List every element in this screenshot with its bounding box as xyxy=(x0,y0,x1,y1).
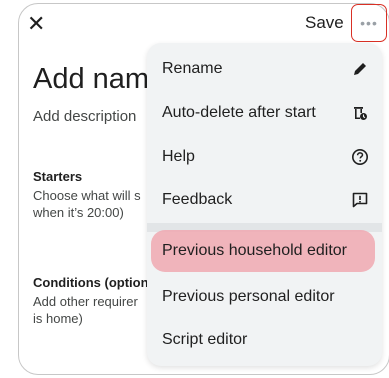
menu-item-script-editor[interactable]: Script editor xyxy=(147,320,382,360)
conditions-body-line1: Add other requirer xyxy=(33,294,138,309)
menu-item-label: Script editor xyxy=(162,331,248,348)
conditions-body-line2: is home) xyxy=(33,311,83,326)
auto-delete-icon xyxy=(350,103,370,123)
more-options-button[interactable]: ••• xyxy=(351,4,387,42)
conditions-heading: Conditions (option xyxy=(33,275,149,290)
pencil-icon xyxy=(350,59,370,79)
automation-name-field[interactable]: Add name xyxy=(33,62,165,96)
menu-item-previous-household-editor[interactable]: Previous household editor xyxy=(147,231,382,271)
menu-item-label: Feedback xyxy=(162,191,233,208)
save-button[interactable]: Save xyxy=(305,12,344,34)
help-circle-icon xyxy=(350,147,370,167)
menu-item-label: Previous household editor xyxy=(162,242,348,259)
menu-item-label: Previous personal editor xyxy=(162,288,335,305)
menu-item-rename[interactable]: Rename xyxy=(147,49,382,89)
menu-item-feedback[interactable]: Feedback xyxy=(147,180,382,220)
menu-item-previous-personal-editor[interactable]: Previous personal editor xyxy=(147,277,382,317)
starters-body-line2: when it’s 20:00) xyxy=(33,205,124,220)
menu-item-label: Rename xyxy=(162,60,223,77)
starters-heading: Starters xyxy=(33,169,83,184)
menu-item-label: Help xyxy=(162,148,195,165)
close-icon[interactable]: ✕ xyxy=(27,12,49,36)
menu-item-help[interactable]: Help xyxy=(147,137,382,177)
overflow-menu: Rename Auto-delete after start Help Feed… xyxy=(147,43,382,366)
automation-description-field[interactable]: Add description xyxy=(33,108,136,126)
starters-body-line1: Choose what will s xyxy=(33,188,141,203)
automation-editor-screen: ✕ Save ••• Add name Add description Star… xyxy=(0,0,389,378)
menu-item-auto-delete[interactable]: Auto-delete after start xyxy=(147,93,382,133)
menu-item-label: Auto-delete after start xyxy=(162,104,316,121)
more-horizontal-icon: ••• xyxy=(360,15,378,31)
feedback-icon xyxy=(350,190,370,210)
